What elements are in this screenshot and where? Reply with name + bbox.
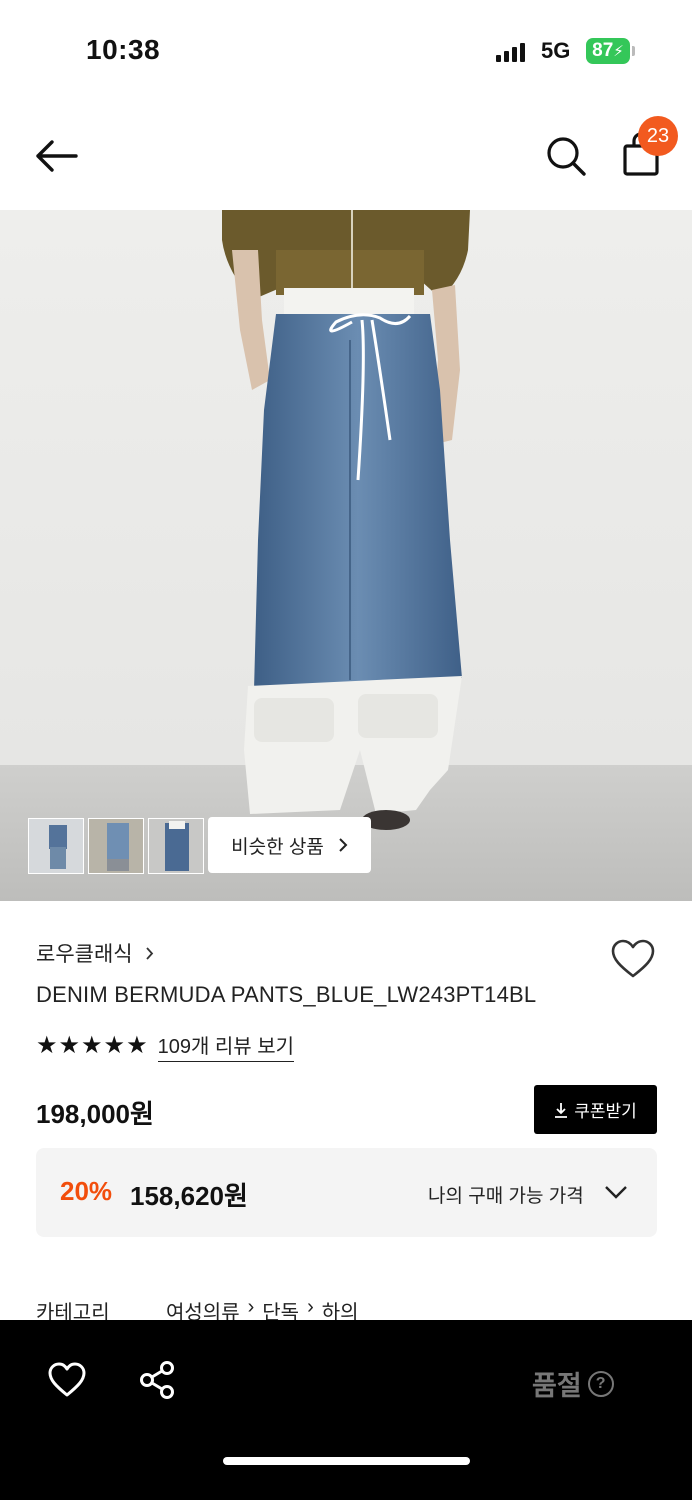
back-arrow-icon[interactable] [32,136,80,176]
sale-price: 158,620원 [130,1181,248,1211]
bottom-action-bar: 품절 ? [0,1320,692,1500]
coupon-label: 쿠폰받기 [574,1102,637,1121]
thumbnail-2[interactable] [88,818,144,874]
sold-out-label: 품절 [532,1371,582,1401]
cart-count-badge[interactable]: 23 [638,116,678,156]
chevron-right-icon [339,838,348,852]
top-nav: 23 [0,100,692,210]
heart-icon[interactable] [610,938,656,980]
battery-cap [632,46,635,56]
product-name: DENIM BERMUDA PANTS_BLUE_LW243PT14BL [36,982,537,1007]
brand-name: 로우클래식 [36,943,133,966]
coupon-button[interactable]: 쿠폰받기 [534,1085,657,1134]
original-price: 198,000원 [36,1099,154,1129]
my-price-panel[interactable]: 20% 158,620원 나의 구매 가능 가격 [36,1148,657,1237]
thumbnail-1[interactable] [28,818,84,874]
battery-level: 87 [592,40,614,61]
thumbnail-strip [28,818,204,874]
star-icon: ★ [126,1032,148,1059]
my-price-label: 나의 구매 가능 가격 [428,1186,584,1207]
battery-icon: 87 ⚡ [586,38,630,64]
network-type: 5G [541,38,571,63]
rating-stars: ★ ★ ★ ★ ★ [36,1034,148,1058]
star-icon: ★ [81,1032,103,1059]
search-icon[interactable] [544,134,588,178]
product-image-gallery[interactable]: 비슷한 상품 [0,210,692,901]
similar-products-button[interactable]: 비슷한 상품 [208,817,371,873]
rating-row: ★ ★ ★ ★ ★ 109개 리뷰 보기 [36,1030,295,1062]
signal-icon [496,42,525,62]
star-icon: ★ [36,1032,58,1059]
review-link[interactable]: 109개 리뷰 보기 [157,1030,295,1062]
chevron-down-icon [605,1186,627,1199]
star-icon: ★ [58,1032,81,1059]
help-icon[interactable]: ? [587,1370,614,1397]
status-bar: 10:38 5G 87 ⚡ [0,0,692,100]
product-photo [0,210,692,901]
heart-icon[interactable] [48,1362,86,1398]
star-icon: ★ [103,1032,126,1059]
thumbnail-3[interactable] [148,818,204,874]
clock: 10:38 [86,34,161,65]
brand-link[interactable]: 로우클래식 [36,938,154,968]
similar-products-label: 비슷한 상품 [231,836,324,858]
discount-rate: 20% [60,1176,113,1206]
share-icon[interactable] [138,1360,176,1400]
download-icon [555,1102,568,1118]
home-indicator [223,1457,470,1465]
chevron-right-icon [145,946,153,960]
sold-out-status: 품절 ? [532,1364,614,1403]
